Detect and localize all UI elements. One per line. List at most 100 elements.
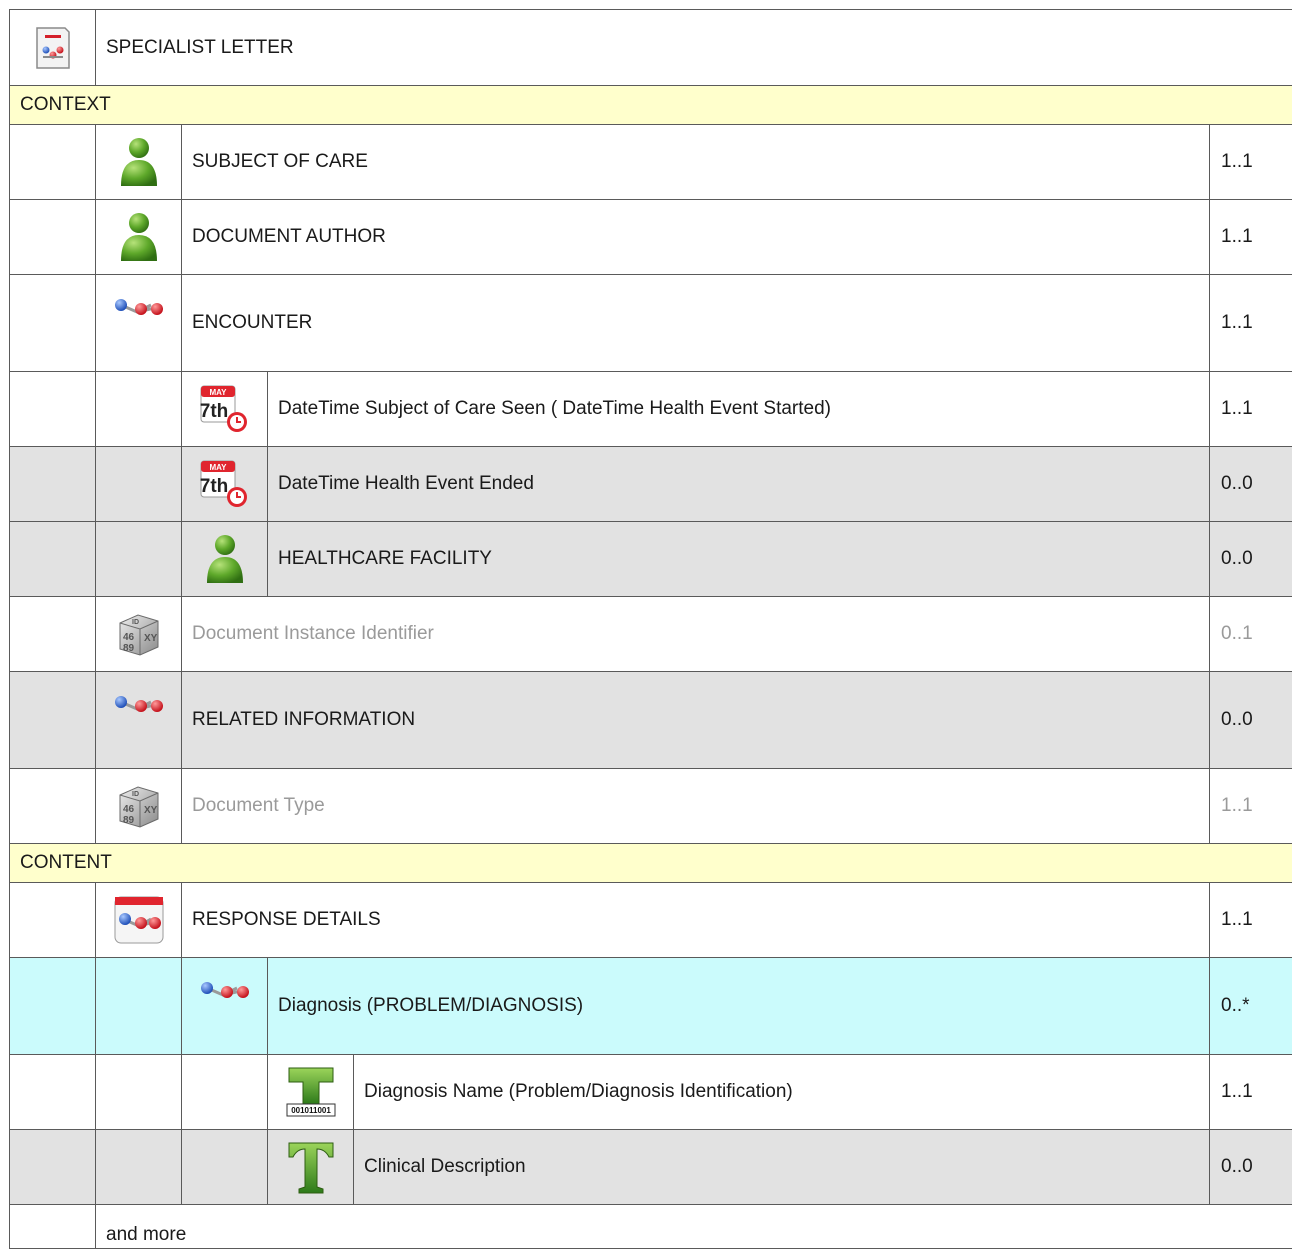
row-datetime-seen[interactable]: MAY 7th DateTime Subject of Care Seen ( … xyxy=(10,372,1292,447)
indent-cell xyxy=(10,275,96,372)
row-label: ENCOUNTER xyxy=(182,275,1210,372)
indent-cell xyxy=(10,597,96,672)
section-content-label: CONTENT xyxy=(10,844,1292,883)
row-cardinality: 0..0 xyxy=(1210,522,1292,597)
row-label: HEALTHCARE FACILITY xyxy=(268,522,1210,597)
footer-row: and more xyxy=(10,1205,1292,1249)
section-document-icon xyxy=(35,26,71,70)
row-label: DOCUMENT AUTHOR xyxy=(182,200,1210,275)
indent-cell xyxy=(96,522,182,597)
row-cardinality: 1..1 xyxy=(1210,275,1292,372)
indent-cell xyxy=(10,769,96,844)
row-icon-cell xyxy=(96,672,182,769)
indent-cell xyxy=(96,447,182,522)
indent-cell xyxy=(96,958,182,1055)
row-icon-cell: 46 89 XY ID xyxy=(96,597,182,672)
row-label: DateTime Health Event Ended xyxy=(268,447,1210,522)
indent-cell xyxy=(10,958,96,1055)
row-icon-cell xyxy=(96,883,182,958)
row-related-information[interactable]: RELATED INFORMATION 0..0 xyxy=(10,672,1292,769)
row-label: Diagnosis (PROBLEM/DIAGNOSIS) xyxy=(268,958,1210,1055)
indent-cell xyxy=(10,200,96,275)
svg-text:ID: ID xyxy=(132,619,139,626)
row-label: Clinical Description xyxy=(354,1130,1210,1205)
row-label: Diagnosis Name (Problem/Diagnosis Identi… xyxy=(354,1055,1210,1130)
section-context-label: CONTEXT xyxy=(10,86,1292,125)
row-datetime-ended[interactable]: MAY 7th DateTime Health Event Ended 0..0 xyxy=(10,447,1292,522)
row-cardinality: 0..0 xyxy=(1210,1130,1292,1205)
row-diagnosis[interactable]: Diagnosis (PROBLEM/DIAGNOSIS) 0..* xyxy=(10,958,1292,1055)
svg-text:XY: XY xyxy=(144,633,158,644)
document-title: SPECIALIST LETTER xyxy=(96,10,1292,86)
row-cardinality: 1..1 xyxy=(1210,125,1292,200)
svg-text:89: 89 xyxy=(123,815,135,826)
row-label: Document Instance Identifier xyxy=(182,597,1210,672)
row-cardinality: 1..1 xyxy=(1210,1055,1292,1130)
row-icon-cell: 001011001 xyxy=(268,1055,354,1130)
row-icon-cell xyxy=(182,522,268,597)
indent-cell xyxy=(96,1130,182,1205)
row-cardinality: 0..0 xyxy=(1210,672,1292,769)
svg-text:46: 46 xyxy=(123,804,135,815)
row-response-details[interactable]: RESPONSE DETAILS 1..1 xyxy=(10,883,1292,958)
indent-cell xyxy=(96,372,182,447)
indent-cell xyxy=(10,447,96,522)
indent-cell xyxy=(10,1205,96,1249)
indent-cell xyxy=(10,522,96,597)
row-label: DateTime Subject of Care Seen ( DateTime… xyxy=(268,372,1210,447)
coded-text-icon: 001011001 xyxy=(285,1066,337,1118)
row-icon-cell xyxy=(96,275,182,372)
row-label: SUBJECT OF CARE xyxy=(182,125,1210,200)
row-cardinality: 1..1 xyxy=(1210,883,1292,958)
row-cardinality: 1..1 xyxy=(1210,200,1292,275)
svg-text:ID: ID xyxy=(132,791,139,798)
svg-text:89: 89 xyxy=(123,643,135,654)
row-icon-cell: MAY 7th xyxy=(182,372,268,447)
row-document-instance-identifier[interactable]: 46 89 XY ID Document Instance Identifier… xyxy=(10,597,1292,672)
indent-cell xyxy=(10,883,96,958)
row-cardinality: 0..* xyxy=(1210,958,1292,1055)
indent-cell xyxy=(182,1130,268,1205)
calendar-day: 7th xyxy=(199,401,228,422)
id-cube-icon: 46 89 XY ID xyxy=(116,783,162,829)
svg-text:46: 46 xyxy=(123,632,135,643)
indent-cell xyxy=(96,1055,182,1130)
row-document-type[interactable]: 46 89 XY ID Document Type 1..1 xyxy=(10,769,1292,844)
calendar-month: MAY xyxy=(209,388,227,397)
molecule-icon xyxy=(113,694,165,718)
indent-cell xyxy=(182,1055,268,1130)
footer-label: and more xyxy=(96,1205,1292,1249)
indent-cell xyxy=(10,1055,96,1130)
code-text: 001011001 xyxy=(291,1106,331,1115)
row-icon-cell xyxy=(96,125,182,200)
row-label: Document Type xyxy=(182,769,1210,844)
text-icon xyxy=(285,1139,337,1195)
row-cardinality: 1..1 xyxy=(1210,769,1292,844)
row-label: RELATED INFORMATION xyxy=(182,672,1210,769)
row-icon-cell xyxy=(182,958,268,1055)
person-icon xyxy=(205,533,245,585)
calendar-clock-icon: MAY 7th xyxy=(199,459,251,509)
molecule-icon xyxy=(113,297,165,321)
row-icon-cell xyxy=(96,200,182,275)
row-document-author[interactable]: DOCUMENT AUTHOR 1..1 xyxy=(10,200,1292,275)
row-cardinality: 0..1 xyxy=(1210,597,1292,672)
person-icon xyxy=(119,136,159,188)
molecule-icon xyxy=(199,980,251,1004)
person-icon xyxy=(119,211,159,263)
section-document-icon xyxy=(113,895,165,945)
row-healthcare-facility[interactable]: HEALTHCARE FACILITY 0..0 xyxy=(10,522,1292,597)
title-row: SPECIALIST LETTER xyxy=(10,10,1292,86)
section-content: CONTENT xyxy=(10,844,1292,883)
row-icon-cell xyxy=(268,1130,354,1205)
id-cube-icon: 46 89 XY ID xyxy=(116,611,162,657)
row-subject-of-care[interactable]: SUBJECT OF CARE 1..1 xyxy=(10,125,1292,200)
row-label: RESPONSE DETAILS xyxy=(182,883,1210,958)
indent-cell xyxy=(10,125,96,200)
row-clinical-description[interactable]: Clinical Description 0..0 xyxy=(10,1130,1292,1205)
row-diagnosis-name[interactable]: 001011001 Diagnosis Name (Problem/Diagno… xyxy=(10,1055,1292,1130)
row-encounter[interactable]: ENCOUNTER 1..1 xyxy=(10,275,1292,372)
specialist-letter-table: SPECIALIST LETTER CONTEXT SUBJECT OF CAR… xyxy=(9,9,1292,1249)
indent-cell xyxy=(10,1130,96,1205)
calendar-clock-icon: MAY 7th xyxy=(199,384,251,434)
